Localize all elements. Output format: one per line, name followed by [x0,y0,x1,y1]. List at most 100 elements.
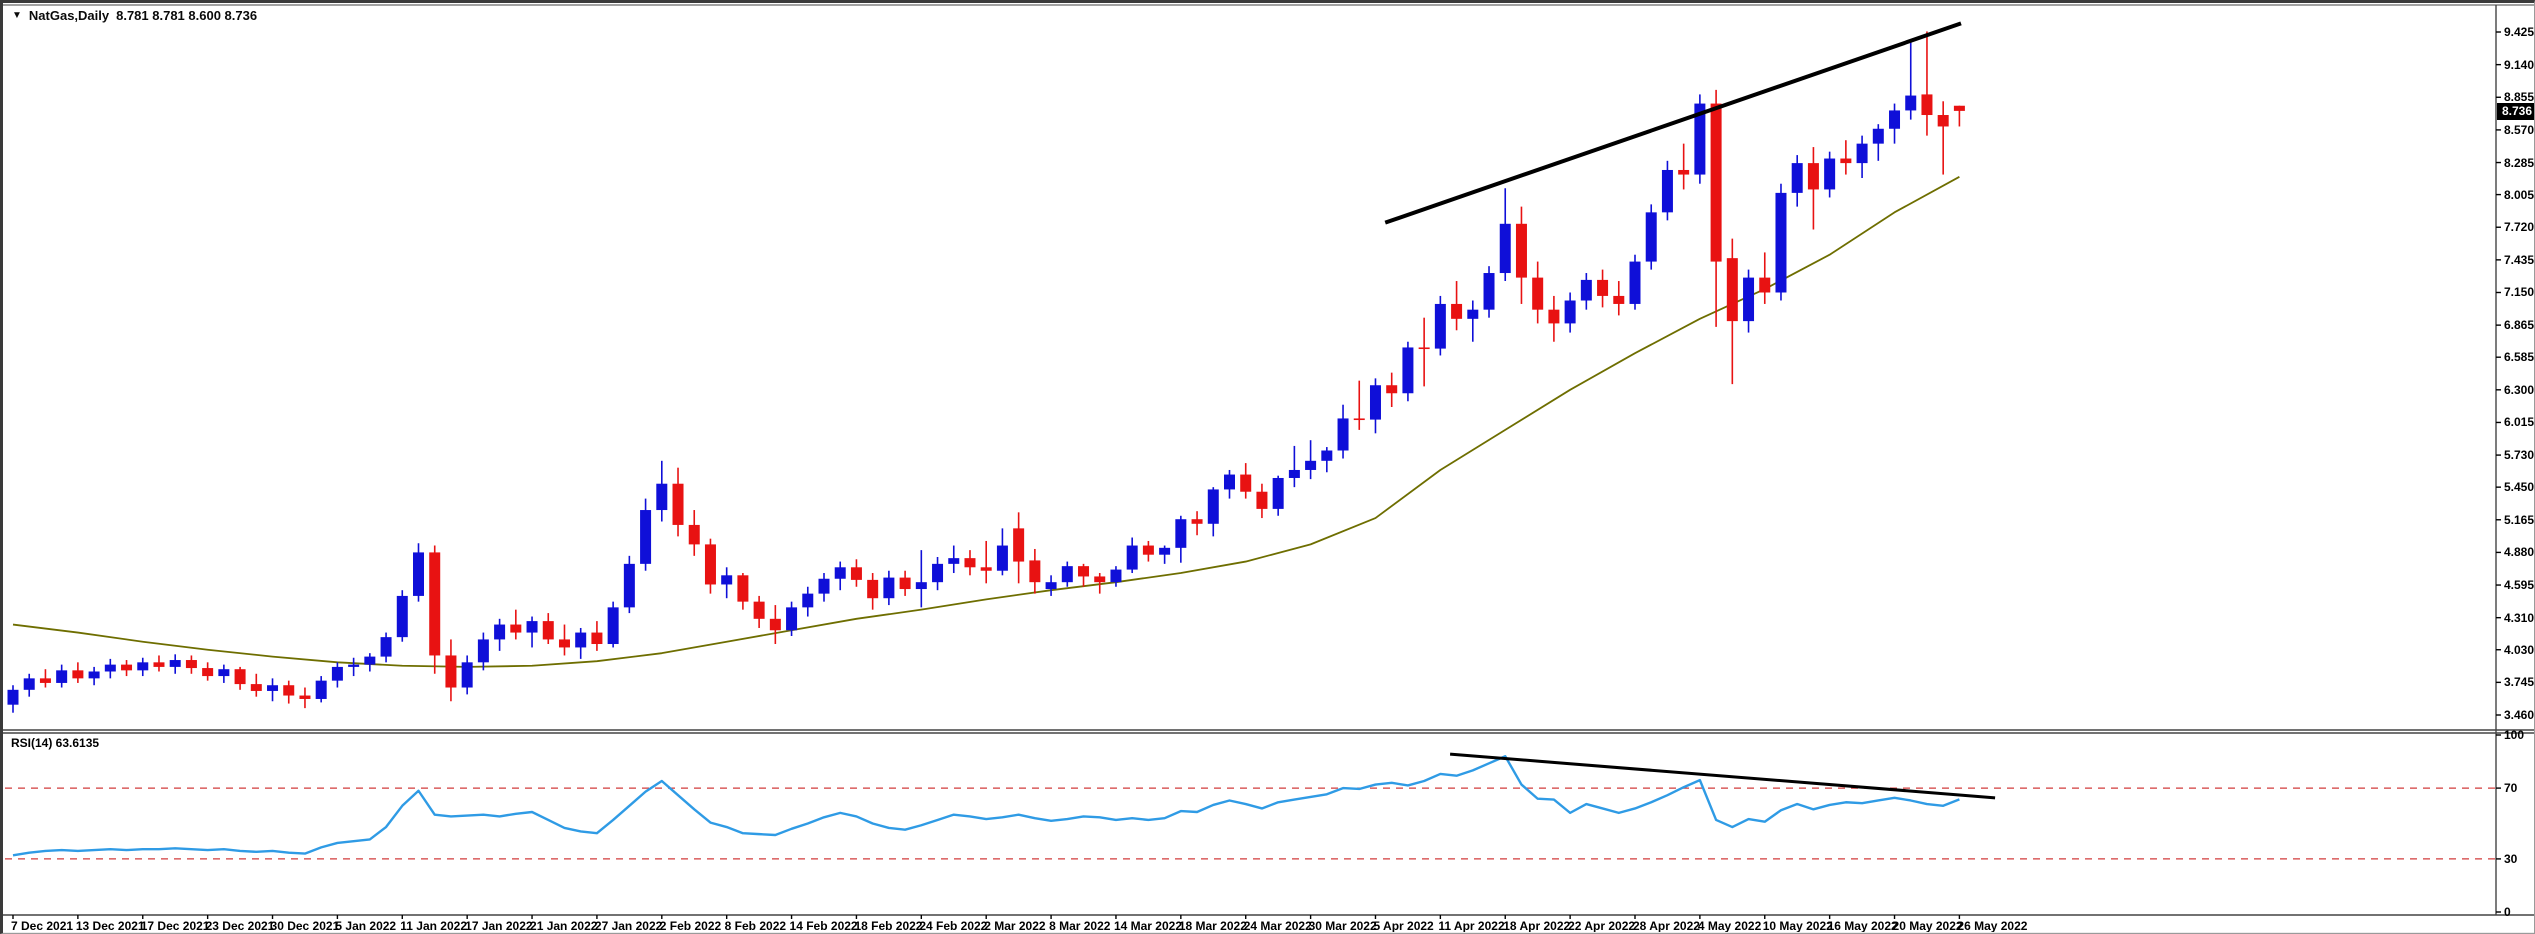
candle-body [364,657,375,665]
candle-body [121,665,132,671]
candle-body [186,660,197,668]
candle-body [656,484,667,510]
price-axis-label: 4.310 [2504,611,2534,625]
candle-body [153,662,164,667]
candle-body [1613,296,1624,304]
candle-body [1208,489,1219,523]
date-axis-label: 8 Mar 2022 [1049,919,1110,933]
price-axis-label: 5.730 [2504,448,2534,462]
candle-body [1516,224,1527,278]
symbol-title: NatGas,Daily [29,8,109,23]
candle-body [1500,224,1511,273]
candle-body [1192,519,1203,524]
candle-body [40,678,51,683]
date-axis-label: 14 Feb 2022 [790,919,858,933]
candle-body [170,660,181,667]
price-axis-label: 7.720 [2504,220,2534,234]
candle-body [786,607,797,630]
candle-body [202,668,213,676]
candle-body [1370,385,1381,419]
candle-body [1548,310,1559,324]
price-axis-label: 8.855 [2504,90,2534,104]
candle-body [1889,110,1900,128]
candle-body [1402,347,1413,393]
candle-body [332,667,343,681]
candle-body [1921,94,1932,115]
candle-body [1240,475,1251,492]
price-axis-label: 8.285 [2504,156,2534,170]
candle-body [1467,310,1478,319]
candle-body [737,575,748,601]
candle-body [1840,159,1851,164]
candle-body [1954,106,1965,111]
candle-body [429,552,440,655]
candle-body [1857,144,1868,163]
date-axis-label: 24 Feb 2022 [919,919,987,933]
date-axis-label: 21 Jan 2022 [530,919,597,933]
candle-body [1905,96,1916,111]
date-axis-label: 11 Jan 2022 [400,919,467,933]
candle-body [105,665,116,672]
candle-body [527,621,538,632]
candle-body [802,594,813,608]
rsi-trendline [1450,754,1995,798]
moving-average-line [13,177,1959,667]
price-axis-label: 4.880 [2504,545,2534,559]
price-axis-label: 3.745 [2504,675,2534,689]
chart-canvas [3,3,2535,934]
candle-body [72,670,83,678]
candle-body [1808,163,1819,189]
candle-body [754,602,765,619]
price-axis-label: 6.585 [2504,350,2534,364]
date-axis-label: 11 Apr 2022 [1438,919,1504,933]
price-axis-label: 6.865 [2504,318,2534,332]
chart-title-bar: ▼ NatGas,Daily 8.781 8.781 8.600 8.736 [12,8,257,23]
candle-body [867,580,878,598]
candle-body [478,639,489,662]
candle-body [1305,461,1316,470]
candle-body [1630,262,1641,304]
candle-body [1094,576,1105,582]
date-axis-label: 14 Mar 2022 [1114,919,1182,933]
candle-body [883,578,894,599]
candle-body [8,690,19,705]
candle-body [1386,385,1397,393]
candle-body [1143,546,1154,555]
candle-body [267,685,278,691]
price-trendline [1385,23,1961,222]
candle-body [1046,582,1057,589]
candle-body [1224,475,1235,490]
date-axis-label: 17 Dec 2021 [141,919,210,933]
date-axis-label: 17 Jan 2022 [465,919,532,933]
chart-window: ▼ NatGas,Daily 8.781 8.781 8.600 8.736 R… [0,0,2535,934]
price-axis-label: 5.165 [2504,513,2534,527]
candle-body [494,625,505,640]
date-axis-label: 24 Mar 2022 [1244,919,1312,933]
rsi-axis-label: 0 [2504,905,2511,919]
candle-body [1532,278,1543,310]
candle-body [1419,347,1430,349]
candle-body [835,567,846,578]
price-axis-label: 6.015 [2504,415,2534,429]
current-price-badge: 8.736 [2497,103,2535,120]
symbol-dropdown-icon[interactable]: ▼ [12,9,22,22]
candle-body [1338,418,1349,450]
date-axis-label: 8 Feb 2022 [725,919,786,933]
candle-body [932,564,943,582]
date-axis-label: 4 May 2022 [1698,919,1761,933]
date-axis-label: 22 Apr 2022 [1568,919,1635,933]
date-axis-label: 18 Apr 2022 [1503,919,1570,933]
candle-body [1662,170,1673,212]
candle-body [89,671,100,678]
candle-body [348,665,359,667]
candle-body [1824,159,1835,190]
candle-body [916,582,927,589]
candle-body [1110,570,1121,583]
candle-body [56,670,67,683]
date-axis-label: 13 Dec 2021 [76,919,145,933]
date-axis-label: 7 Dec 2021 [11,919,73,933]
price-axis-label: 9.425 [2504,25,2534,39]
rsi-axis-label: 70 [2504,781,2517,795]
candle-body [1711,104,1722,262]
candle-body [1435,304,1446,349]
